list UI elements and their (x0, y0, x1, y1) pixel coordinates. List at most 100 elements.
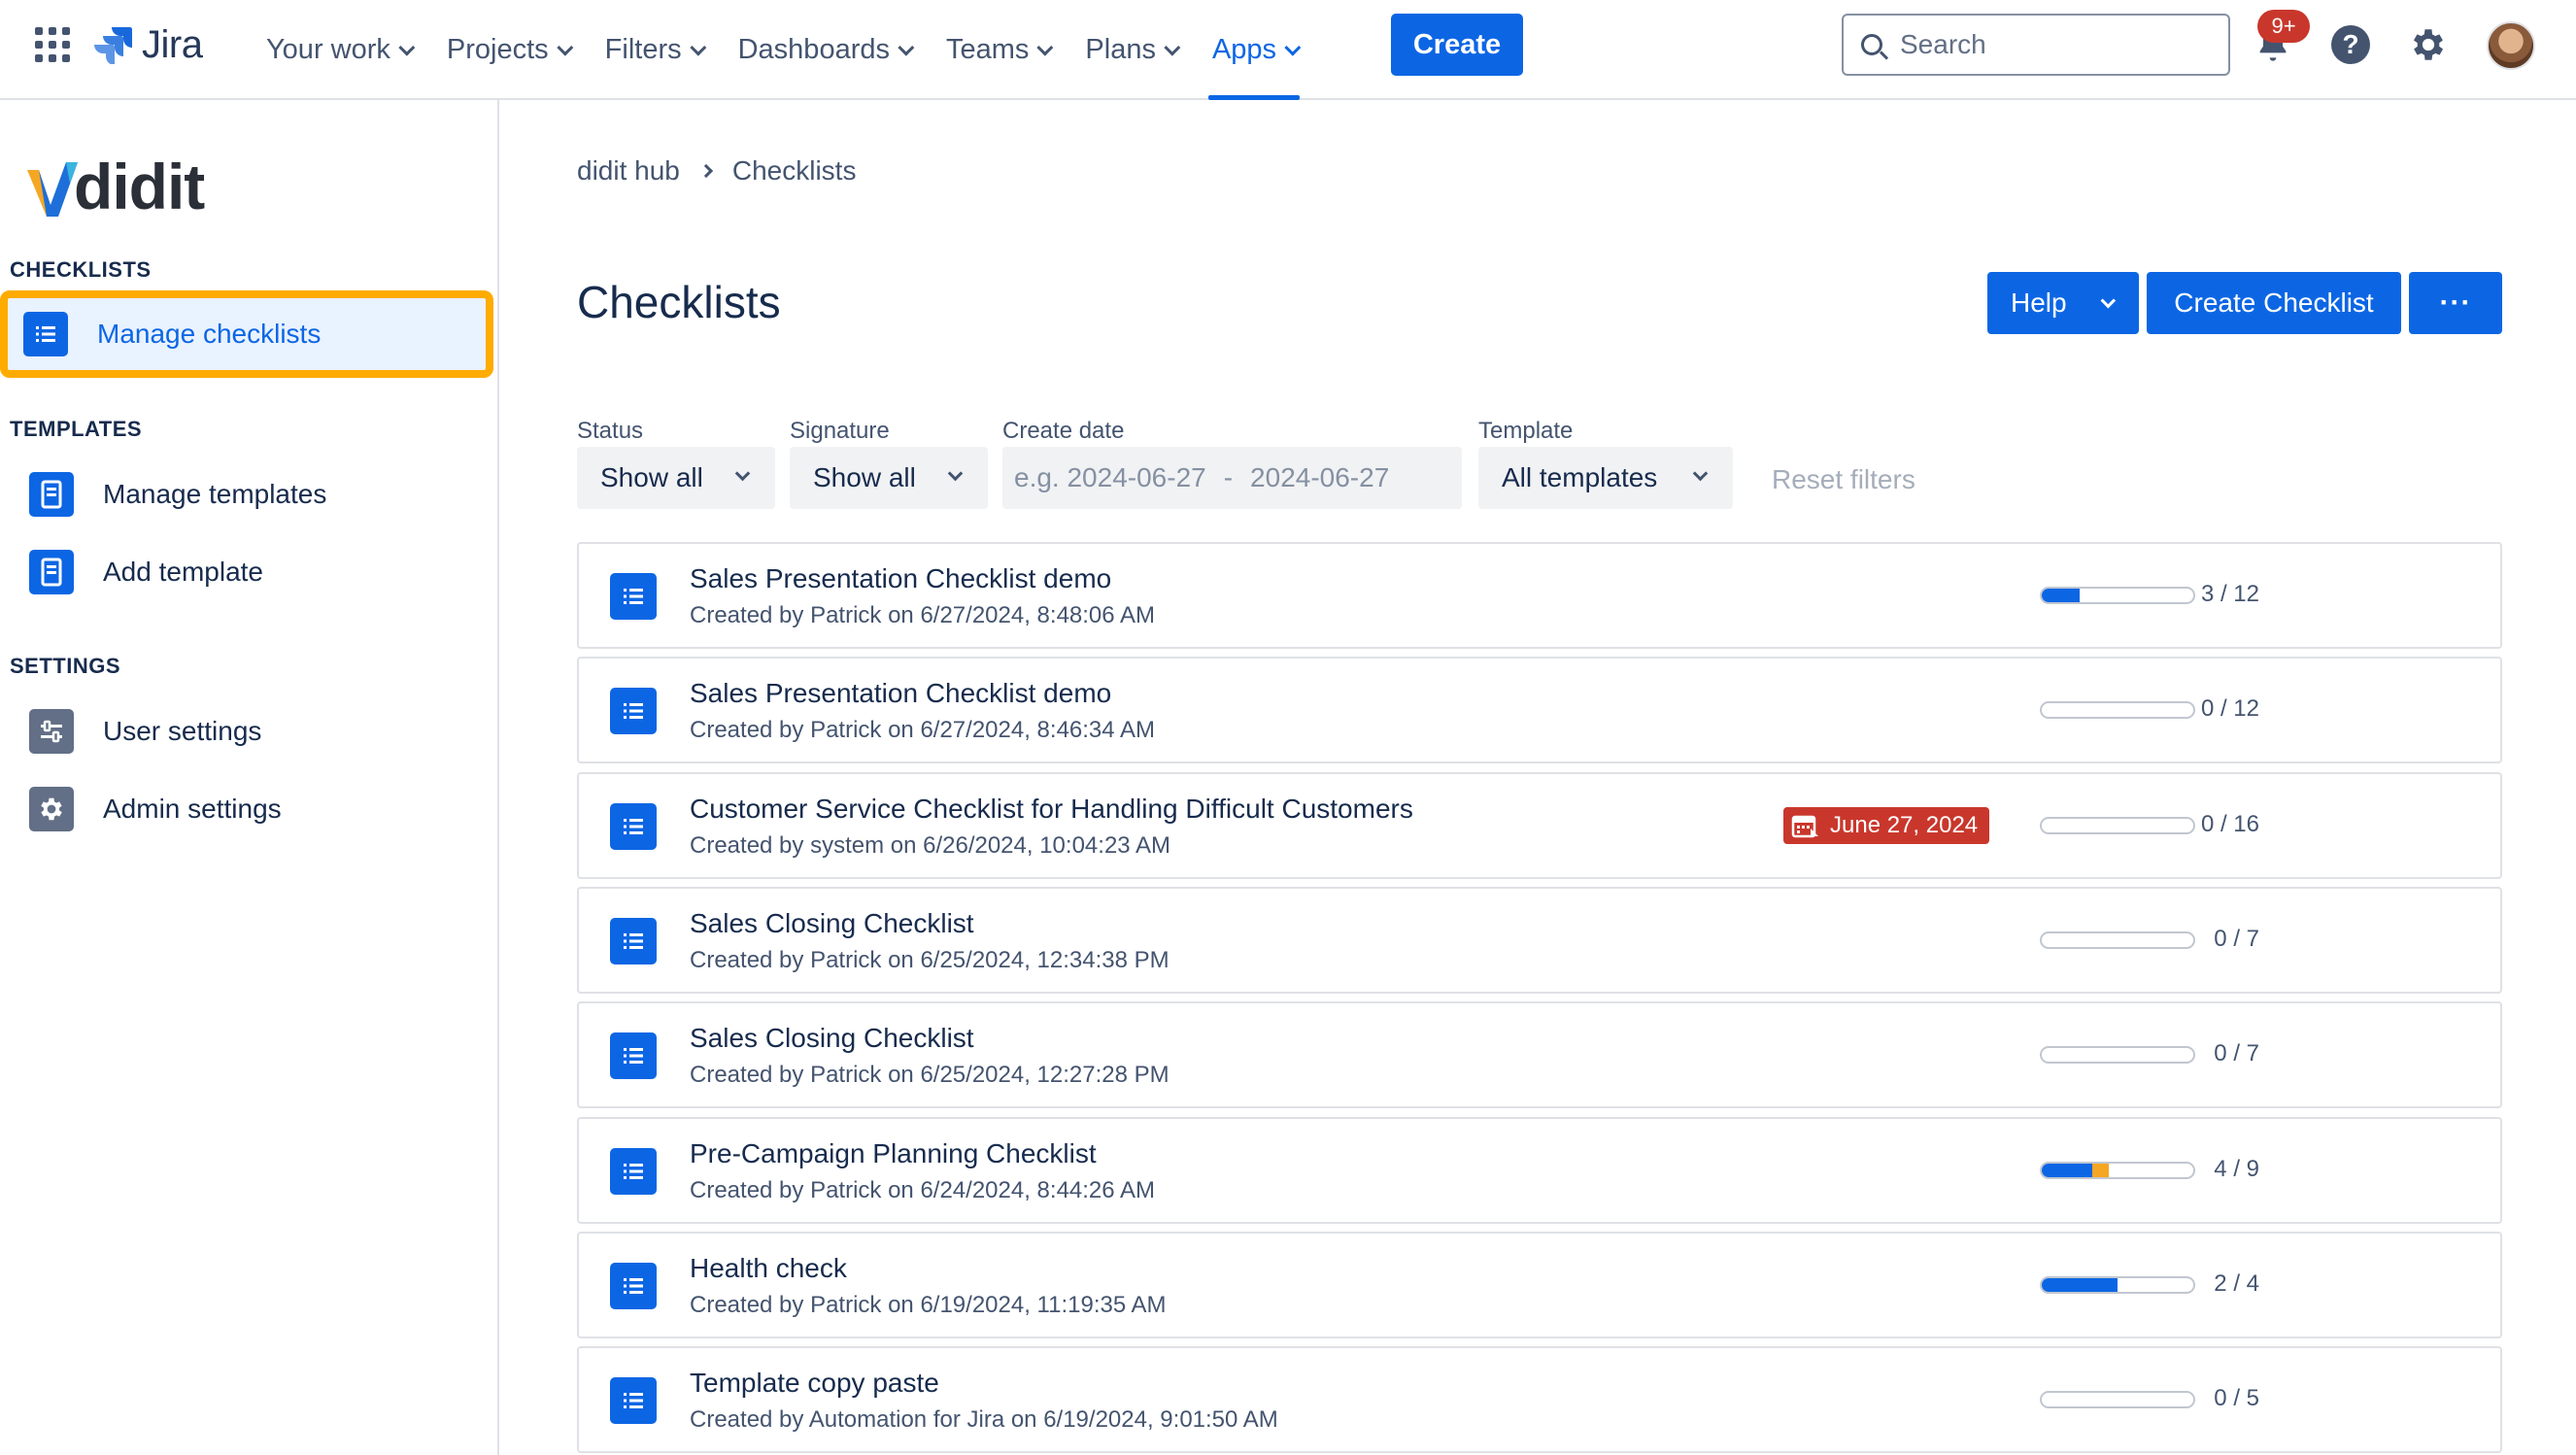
settings-button[interactable] (2405, 21, 2452, 68)
sidebar-item-label: Manage checklists (97, 319, 322, 349)
checklist-title[interactable]: Sales Closing Checklist (690, 1023, 974, 1054)
progress-count: 0 / 16 (2200, 810, 2259, 837)
sidebar-item-manage-templates[interactable]: Manage templates (14, 459, 490, 529)
checklist-icon (610, 1032, 657, 1080)
jira-logo-icon (94, 27, 132, 64)
more-actions-button[interactable]: ··· (2409, 272, 2502, 334)
progress-count: 4 / 9 (2214, 1155, 2259, 1182)
checklist-created-info: Created by Automation for Jira on 6/19/2… (690, 1406, 1278, 1434)
chevron-right-icon (698, 163, 713, 179)
progress-bar (2040, 1161, 2195, 1179)
checklist-title[interactable]: Customer Service Checklist for Handling … (690, 794, 1413, 825)
help-button-label: Help (2011, 288, 2067, 318)
create-button[interactable]: Create (1391, 14, 1523, 76)
chevron-down-icon (1164, 39, 1181, 56)
app-switcher-icon[interactable] (35, 27, 70, 62)
progress-fill-done (2042, 1277, 2118, 1292)
checklist-title[interactable]: Sales Presentation Checklist demo (690, 678, 1111, 709)
nav-dashboards[interactable]: Dashboards (738, 0, 915, 100)
chevron-down-icon (1284, 39, 1302, 56)
breadcrumb-link-didit-hub[interactable]: didit hub (577, 155, 680, 186)
search-input[interactable] (1900, 29, 2191, 60)
create-checklist-button[interactable]: Create Checklist (2147, 272, 2401, 334)
checklist-title[interactable]: Template copy paste (690, 1368, 939, 1399)
progress-bar (2040, 1391, 2195, 1409)
nav-label: Your work (266, 34, 390, 65)
nav-label: Teams (945, 34, 1030, 65)
progress-bar (2040, 701, 2195, 720)
checklist-row[interactable]: Pre-Campaign Planning Checklist Created b… (577, 1116, 2502, 1224)
progress-count: 0 / 7 (2214, 1040, 2259, 1067)
filter-label-create-date: Create date (1002, 418, 1125, 444)
section-heading-checklists: CHECKLISTS (10, 257, 152, 282)
progress-count: 0 / 7 (2214, 925, 2259, 952)
checklist-row[interactable]: Sales Presentation Checklist demo Created… (577, 542, 2502, 649)
progress-bar (2040, 931, 2195, 949)
sidebar-item-admin-settings[interactable]: Admin settings (14, 774, 490, 844)
checklist-created-info: Created by Patrick on 6/24/2024, 8:44:26… (690, 1176, 1155, 1203)
checklist-created-info: Created by Patrick on 6/25/2024, 12:27:2… (690, 1062, 1169, 1089)
search-box[interactable] (1842, 14, 2230, 76)
sidebar-item-manage-checklists[interactable]: Manage checklists (0, 290, 493, 378)
nav-teams[interactable]: Teams (945, 0, 1054, 100)
chevron-down-icon (689, 39, 706, 56)
sidebar-item-label: User settings (103, 716, 262, 746)
nav-plans[interactable]: Plans (1085, 0, 1181, 100)
create-date-range[interactable]: e.g. 2024-06-27 - 2024-06-27 (1002, 447, 1462, 509)
checklist-row[interactable]: Template copy paste Created by Automation… (577, 1346, 2502, 1454)
nav-your-work[interactable]: Your work (266, 0, 416, 100)
progress-fill-done (2042, 1163, 2092, 1177)
template-filter-select[interactable]: All templates (1478, 447, 1733, 509)
chevron-down-icon (1692, 465, 1709, 482)
due-date-text: June 27, 2024 (1830, 811, 1979, 838)
progress-fill-partial (2092, 1163, 2110, 1177)
top-navigation: Jira Your work Projects Filters Dashboar… (0, 0, 2576, 100)
checklist-row[interactable]: Sales Closing Checklist Created by Patric… (577, 886, 2502, 994)
date-to-input[interactable]: 2024-06-27 (1250, 462, 1389, 493)
sidebar: didit CHECKLISTS Manage checklists TEMPL… (0, 100, 499, 1455)
checklist-title[interactable]: Health check (690, 1253, 847, 1284)
filter-label-signature: Signature (790, 418, 890, 444)
nav-apps[interactable]: Apps (1207, 0, 1302, 100)
nav-label: Apps (1211, 34, 1277, 65)
sidebar-item-user-settings[interactable]: User settings (14, 696, 490, 766)
chevron-down-icon (2100, 292, 2116, 308)
progress-count: 0 / 5 (2214, 1385, 2259, 1412)
sidebar-item-label: Admin settings (103, 794, 282, 824)
gear-icon (29, 787, 74, 831)
breadcrumb-current[interactable]: Checklists (732, 155, 857, 186)
didit-logo-text: didit (74, 151, 205, 222)
help-dropdown-button[interactable]: Help (1987, 272, 2139, 334)
jira-logo[interactable]: Jira (93, 23, 203, 66)
date-from-input[interactable]: e.g. 2024-06-27 (1014, 462, 1206, 493)
checklist-row[interactable]: Sales Closing Checklist Created by Patric… (577, 1001, 2502, 1109)
nav-menu: Your work Projects Filters Dashboards Te… (266, 0, 1333, 100)
help-button[interactable]: ? (2327, 21, 2374, 68)
progress-bar (2040, 1046, 2195, 1065)
user-avatar[interactable] (2487, 21, 2535, 70)
status-filter-select[interactable]: Show all (577, 447, 775, 509)
checklist-icon (23, 312, 68, 356)
sidebar-item-add-template[interactable]: Add template (14, 537, 490, 607)
progress-bar (2040, 587, 2195, 604)
sliders-icon (29, 709, 74, 754)
checklist-row[interactable]: Health check Created by Patrick on 6/19/2… (577, 1231, 2502, 1338)
checklist-row[interactable]: Customer Service Checklist for Handling … (577, 771, 2502, 879)
checklist-icon (610, 1262, 657, 1309)
nav-filters[interactable]: Filters (605, 0, 706, 100)
template-icon (29, 472, 74, 517)
checklist-icon (610, 917, 657, 964)
gear-icon (2413, 29, 2444, 60)
checklist-title[interactable]: Pre-Campaign Planning Checklist (690, 1138, 1097, 1169)
checklist-title[interactable]: Sales Presentation Checklist demo (690, 563, 1111, 594)
checklist-title[interactable]: Sales Closing Checklist (690, 908, 974, 939)
breadcrumb: didit hub Checklists (577, 155, 856, 186)
template-filter-value: All templates (1502, 462, 1658, 492)
reset-filters-button[interactable]: Reset filters (1772, 464, 1915, 495)
chevron-down-icon (947, 465, 964, 482)
checklist-row[interactable]: Sales Presentation Checklist demo Created… (577, 657, 2502, 764)
signature-filter-select[interactable]: Show all (790, 447, 988, 509)
nav-projects[interactable]: Projects (447, 0, 573, 100)
due-date-badge: June 27, 2024 (1783, 806, 1990, 844)
checklist-icon (610, 573, 657, 620)
